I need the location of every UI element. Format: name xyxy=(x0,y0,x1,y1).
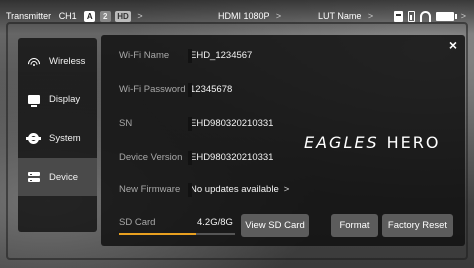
sidebar-item-device[interactable]: Device xyxy=(18,158,97,196)
firmware-status: No updates available xyxy=(190,184,279,195)
lut-label: LUT Name xyxy=(318,11,362,21)
recorder-icon xyxy=(393,10,403,22)
hdmi-status[interactable]: HDMI 1080P > xyxy=(218,11,281,22)
logo-word-eagles: EAGLES xyxy=(304,133,379,152)
transmitter-status: Transmitter CH1 A 2 HD > xyxy=(6,11,143,22)
sn-label: SN xyxy=(119,118,133,129)
sn-value: EHD980320210331 xyxy=(190,118,274,129)
factory-reset-button[interactable]: Factory Reset xyxy=(382,214,453,237)
badge-2: 2 xyxy=(99,11,111,22)
headphone-icon xyxy=(419,10,431,22)
sidebar-item-label: System xyxy=(49,132,81,144)
format-button[interactable]: Format xyxy=(331,214,378,237)
wifi-icon xyxy=(28,55,40,67)
status-bar: Transmitter CH1 A 2 HD > HDMI 1080P > LU… xyxy=(0,0,474,34)
settings-sidebar: Wireless Display System Device xyxy=(18,38,97,232)
badge-a: A xyxy=(84,11,96,22)
sd-usage-fill xyxy=(119,233,196,235)
new-firmware-value[interactable]: No updates available > xyxy=(190,184,289,195)
value-clip xyxy=(188,49,192,63)
value-clip xyxy=(188,117,192,131)
sidebar-item-label: Wireless xyxy=(49,55,86,67)
badge-hd: HD xyxy=(115,11,131,22)
wifi-password-label: Wi-Fi Password xyxy=(119,84,186,95)
new-firmware-label: New Firmware xyxy=(119,184,181,195)
device-version-value: EHD980320210331 xyxy=(190,152,274,163)
logo-word-hero: HERO xyxy=(386,133,441,152)
sd-usage-bar xyxy=(119,233,235,235)
value-clip xyxy=(188,183,192,197)
sd-card-capacity: 4.2G/8G xyxy=(197,217,233,228)
sidebar-item-display[interactable]: Display xyxy=(18,80,97,118)
channel-label: CH1 xyxy=(58,11,77,21)
sidebar-item-system[interactable]: System xyxy=(18,119,97,157)
display-icon xyxy=(28,93,40,107)
sidebar-item-label: Display xyxy=(49,93,81,105)
chevron-right-icon: > xyxy=(283,184,290,195)
sidebar-item-label: Device xyxy=(49,171,79,183)
eagles-hero-logo: EAGLES HERO xyxy=(304,133,441,152)
hdmi-label: HDMI 1080P xyxy=(218,11,270,21)
wifi-name-label: Wi-Fi Name xyxy=(119,50,170,61)
view-sd-card-button[interactable]: View SD Card xyxy=(241,214,309,237)
battery-icon xyxy=(435,11,457,21)
hdmi-chevron-icon: > xyxy=(275,11,282,21)
transmitter-chevron-icon[interactable]: > xyxy=(137,11,142,21)
close-icon[interactable]: × xyxy=(446,38,460,52)
lut-chevron-icon: > xyxy=(367,11,374,21)
small-battery-icon xyxy=(407,10,415,22)
transmitter-label: Transmitter xyxy=(6,11,52,21)
device-icon xyxy=(28,171,40,183)
wifi-name-value: EHD_1234567 xyxy=(190,50,253,61)
sidebar-item-wireless[interactable]: Wireless xyxy=(18,42,97,80)
lut-status[interactable]: LUT Name > xyxy=(318,11,373,22)
sd-card-label: SD Card xyxy=(119,217,156,228)
value-clip xyxy=(188,151,192,165)
value-clip xyxy=(188,83,192,97)
wifi-password-value: 12345678 xyxy=(190,84,233,95)
chevron-right-icon[interactable]: > xyxy=(461,11,466,21)
status-icons: > xyxy=(393,10,466,22)
device-version-label: Device Version xyxy=(119,152,183,163)
gear-icon xyxy=(26,132,41,144)
